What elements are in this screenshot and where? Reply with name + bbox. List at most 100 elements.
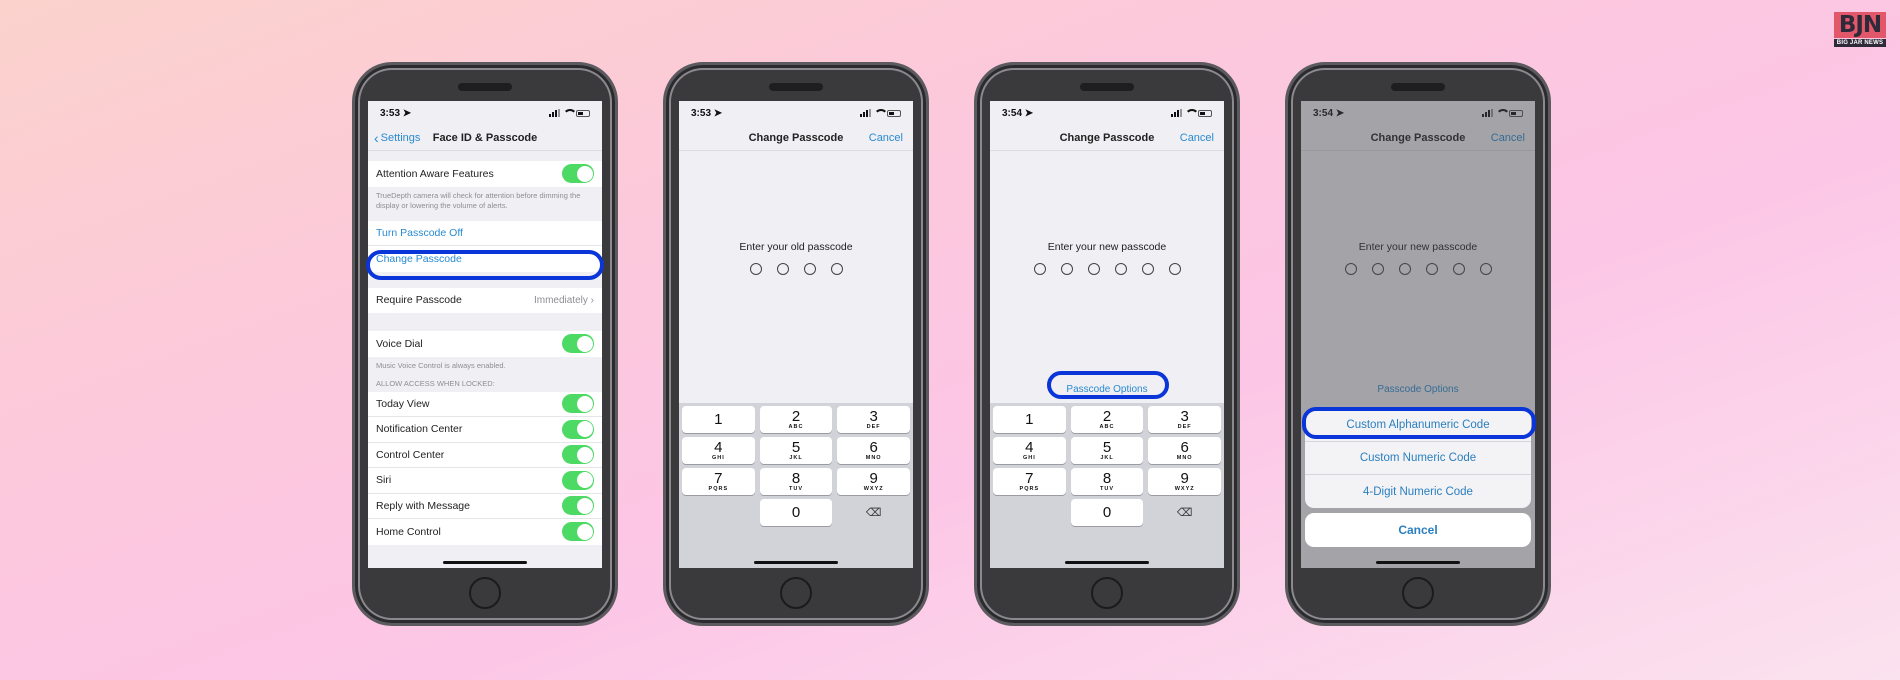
home-button[interactable] [1402, 577, 1434, 609]
key-9[interactable]: 9 WXYZ [837, 468, 911, 495]
logo-subtitle: BIG JAR NEWS [1834, 39, 1886, 47]
wifi-icon [1185, 109, 1199, 117]
home-control-row: Home Control [368, 519, 602, 545]
key-8[interactable]: 8 TUV [759, 468, 833, 495]
change-passcode-link[interactable]: Change Passcode [368, 246, 602, 272]
home-button[interactable] [469, 577, 501, 609]
voice-dial-group: Voice Dial [368, 331, 602, 357]
custom-alphanumeric-option[interactable]: Custom Alphanumeric Code [1305, 409, 1531, 442]
battery-icon [1198, 109, 1212, 117]
back-button[interactable]: ‹ Settings [374, 130, 420, 146]
speaker [1080, 83, 1134, 91]
voice-dial-row: Voice Dial [368, 331, 602, 357]
battery-icon [576, 109, 590, 117]
status-bar: 3:53 ➤ [368, 101, 602, 125]
key-5[interactable]: 5 JKL [1070, 437, 1144, 464]
home-button[interactable] [780, 577, 812, 609]
four-digit-numeric-option[interactable]: 4-Digit Numeric Code [1305, 475, 1531, 508]
page-title: Change Passcode [1059, 131, 1155, 144]
passcode-dots [679, 263, 913, 275]
logo-title: BJN [1834, 12, 1886, 38]
home-indicator [1376, 561, 1460, 564]
home-indicator [1065, 561, 1149, 564]
attention-aware-toggle[interactable] [562, 164, 594, 184]
sheet-cancel-button[interactable]: Cancel [1305, 513, 1531, 547]
today-view-toggle[interactable] [562, 394, 594, 414]
wifi-icon [563, 109, 577, 117]
notification-center-toggle[interactable] [562, 419, 594, 439]
passcode-dot [1168, 263, 1181, 275]
wifi-icon [874, 109, 888, 117]
control-center-row: Control Center [368, 443, 602, 468]
passcode-options-link[interactable]: Passcode Options [990, 384, 1224, 395]
phone-4: 3:54 ➤ Change Passcode Cancel Enter your… [1285, 62, 1551, 626]
siri-toggle[interactable] [562, 470, 594, 490]
passcode-dot [1087, 263, 1100, 275]
key-3[interactable]: 3 DEF [837, 406, 911, 433]
home-button[interactable] [1091, 577, 1123, 609]
voice-dial-footer: Music Voice Control is always enabled. [376, 360, 506, 370]
key-0[interactable]: 0 [759, 499, 833, 526]
key-1[interactable]: 1 [993, 406, 1066, 433]
attention-group: Attention Aware Features [368, 161, 602, 187]
key-3[interactable]: 3 DEF [1148, 406, 1222, 433]
reply-with-message-toggle[interactable] [562, 496, 594, 516]
chevron-right-icon: › [590, 294, 594, 306]
key-blank [682, 499, 755, 526]
speaker [769, 83, 823, 91]
key-1[interactable]: 1 [682, 406, 755, 433]
passcode-prompt: Enter your new passcode [1047, 241, 1167, 253]
numeric-keypad: 1 2 ABC 3 DEF 4 GHI 5 JKL 6 MNO 7 PQRS 8 TUV 9W… [990, 403, 1224, 568]
key-7[interactable]: 7 PQRS [993, 468, 1066, 495]
key-0[interactable]: 0 [1070, 499, 1144, 526]
locked-access-header: ALLOW ACCESS WHEN LOCKED: [376, 378, 495, 388]
speaker [458, 83, 512, 91]
bjn-logo: BJN BIG JAR NEWS [1834, 12, 1886, 48]
locked-access-group: Today View Notification Center Control C… [368, 391, 602, 545]
nav-bar: ‹ Settings Face ID & Passcode [368, 125, 602, 151]
cancel-button[interactable]: Cancel [869, 132, 903, 144]
turn-passcode-off-link[interactable]: Turn Passcode Off [368, 221, 602, 246]
signal-icon [549, 109, 560, 117]
signal-icon [1171, 109, 1182, 117]
passcode-links-group: Turn Passcode Off Change Passcode [368, 220, 602, 272]
notification-center-row: Notification Center [368, 417, 602, 443]
status-bar: 3:54 ➤ [990, 101, 1224, 125]
passcode-dot [776, 263, 789, 275]
require-passcode-row[interactable]: Require Passcode Immediately › [368, 288, 602, 314]
settings-screen: 3:53 ➤ ‹ Settings Face ID & Passcode Atte… [368, 101, 602, 568]
key-2[interactable]: 2 ABC [759, 406, 833, 433]
key-2[interactable]: 2 ABC [1070, 406, 1144, 433]
siri-row: Siri [368, 468, 602, 494]
passcode-options-screen: 3:54 ➤ Change Passcode Cancel Enter your… [1301, 101, 1535, 568]
key-6[interactable]: 6 MNO [1148, 437, 1222, 464]
phone-2: 3:53 ➤ Change Passcode Cancel Enter your… [663, 62, 929, 626]
passcode-dot [1033, 263, 1046, 275]
key-5[interactable]: 5 JKL [759, 437, 833, 464]
speaker [1391, 83, 1445, 91]
voice-dial-toggle[interactable] [562, 334, 594, 354]
key-7[interactable]: 7 PQRS [682, 468, 755, 495]
passcode-dot [830, 263, 843, 275]
key-8[interactable]: 8 TUV [1070, 468, 1144, 495]
cancel-button[interactable]: Cancel [1180, 132, 1214, 144]
delete-icon[interactable]: ⌫ [1148, 499, 1221, 526]
signal-icon [860, 109, 871, 117]
control-center-toggle[interactable] [562, 445, 594, 465]
key-4[interactable]: 4 GHI [682, 437, 755, 464]
require-passcode-value: Immediately [533, 294, 588, 306]
custom-numeric-option[interactable]: Custom Numeric Code [1305, 442, 1531, 475]
key-9[interactable]: 9 WXYZ [1148, 468, 1222, 495]
passcode-dot [749, 263, 762, 275]
delete-icon[interactable]: ⌫ [837, 499, 910, 526]
key-4[interactable]: 4 GHI [993, 437, 1066, 464]
home-control-toggle[interactable] [562, 522, 594, 542]
new-passcode-screen: 3:54 ➤ Change Passcode Cancel Enter your… [990, 101, 1224, 568]
phone-3: 3:54 ➤ Change Passcode Cancel Enter your… [974, 62, 1240, 626]
numeric-keypad: 1 2 ABC 3 DEF 4 GHI 5 JKL 6 MNO 7 PQRS 8 TUV 9W… [679, 403, 913, 568]
key-6[interactable]: 6 MNO [837, 437, 911, 464]
reply-with-message-row: Reply with Message [368, 494, 602, 519]
attention-aware-row: Attention Aware Features [368, 161, 602, 187]
status-time: 3:54 ➤ [1002, 107, 1034, 119]
status-time: 3:53 ➤ [380, 107, 412, 119]
